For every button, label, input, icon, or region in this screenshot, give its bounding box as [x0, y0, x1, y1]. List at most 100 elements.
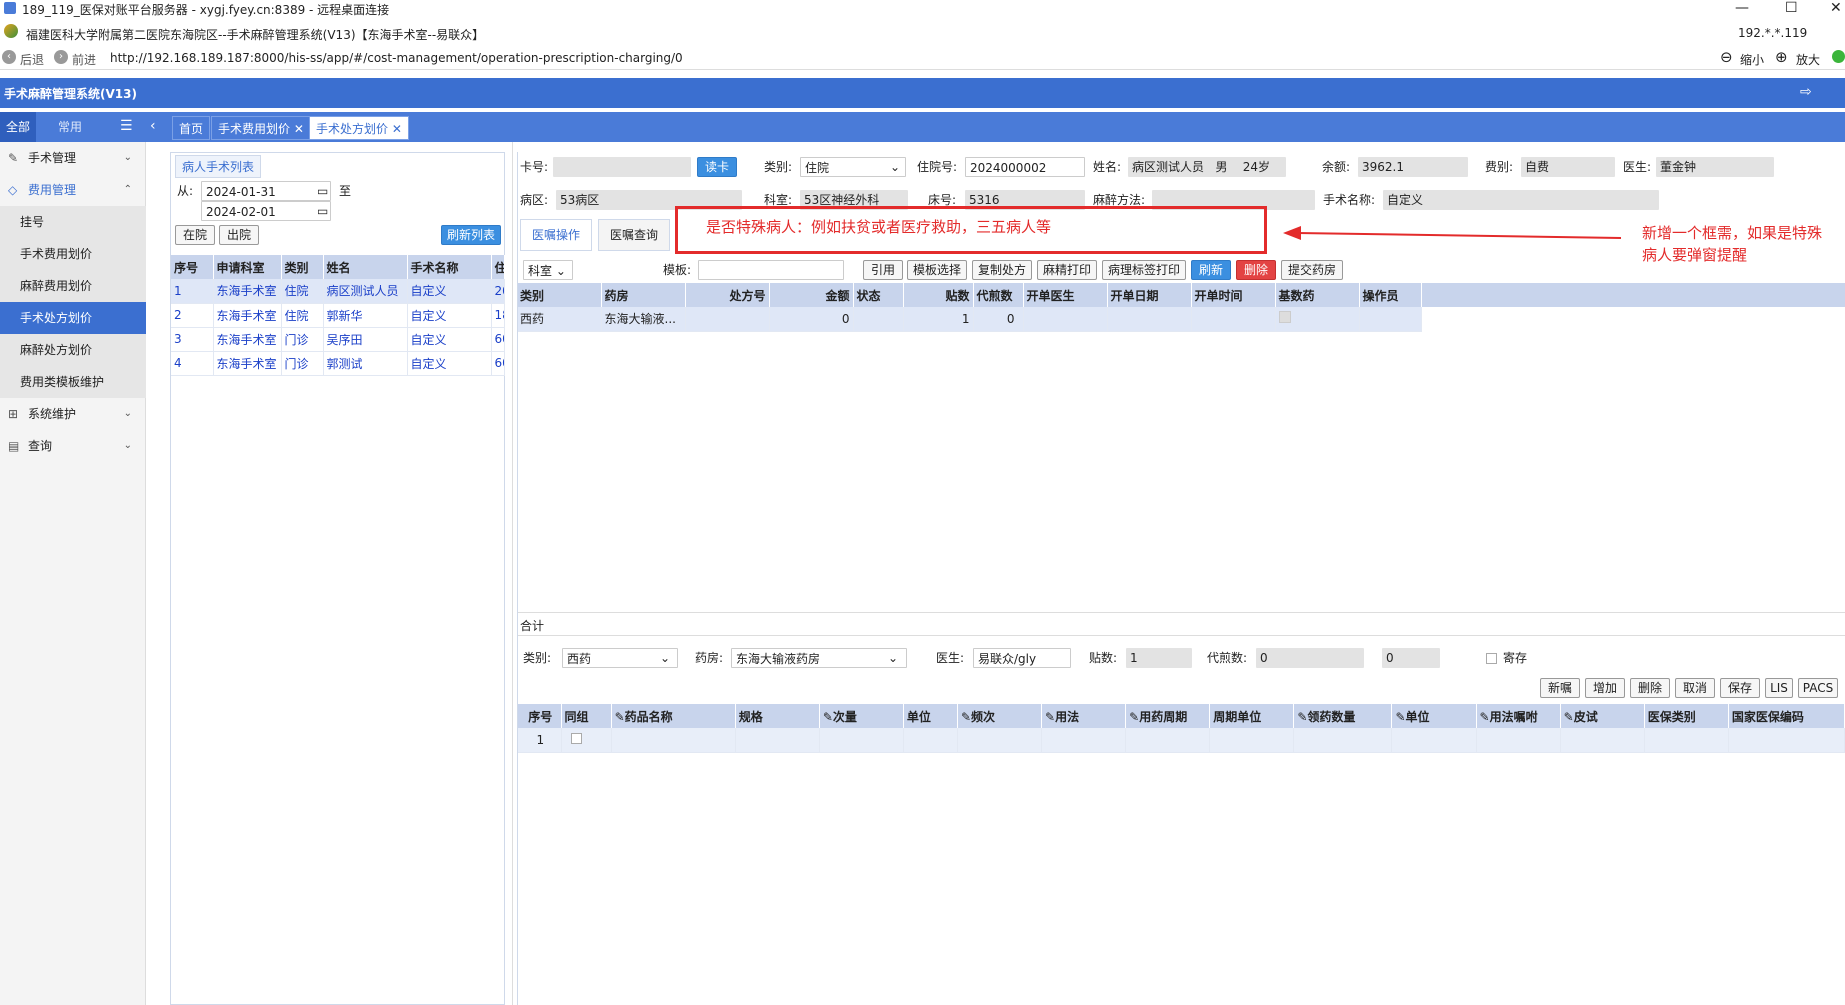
url-field[interactable]: http://192.168.189.187:8000/his-ss/app/#… — [110, 51, 683, 65]
sidebar-item-surgery[interactable]: ✎ 手术管理 ⌄ — [0, 142, 146, 174]
fee-field: 自费 — [1521, 157, 1615, 177]
calendar-icon[interactable]: ▭ — [317, 201, 328, 221]
sidebar-item-system[interactable]: ⊞ 系统维护 ⌄ — [0, 398, 146, 430]
forward-icon[interactable]: › — [54, 50, 68, 64]
remove-button[interactable]: 删除 — [1630, 678, 1670, 698]
template-select-button[interactable]: 模板选择 — [907, 260, 967, 280]
menu-toggle-icon[interactable]: ☰ — [120, 118, 133, 134]
zoom-in-button[interactable]: 放大 — [1796, 51, 1820, 68]
in-hospital-button[interactable]: 在院 — [175, 225, 215, 245]
side-tab-all[interactable]: 全部 — [0, 112, 36, 142]
edit-icon: ✎ — [1395, 709, 1406, 724]
collapse-left-icon[interactable]: ‹ — [150, 118, 156, 134]
read-card-button[interactable]: 读卡 — [697, 157, 737, 177]
chevron-down-icon[interactable]: ⌄ — [890, 157, 900, 177]
template-input[interactable] — [698, 260, 844, 280]
copy-prescription-button[interactable]: 复制处方 — [972, 260, 1032, 280]
sidebar-item-surgery-fee[interactable]: 手术费用划价 — [0, 238, 146, 270]
table-row[interactable]: 2东海手术室住院郭新华自定义18 — [171, 303, 505, 328]
add-button[interactable]: 增加 — [1585, 678, 1625, 698]
decoct-input[interactable]: 0 — [1256, 648, 1364, 668]
discharged-button[interactable]: 出院 — [219, 225, 259, 245]
entry-type-label: 类别: — [523, 651, 552, 665]
zoom-in-icon[interactable]: ⊕ — [1775, 48, 1788, 66]
calendar-icon[interactable]: ▭ — [317, 181, 328, 201]
query-icon: ▤ — [8, 439, 20, 453]
app-title: 福建医科大学附属第二医院东海院区--手术麻醉管理系统(V13)【东海手术室--易… — [26, 28, 485, 42]
patient-list-panel: 病人手术列表 从: 2024-01-31 ▭ 至 2024-02-01 ▭ 在院… — [170, 152, 505, 1005]
pathology-print-button[interactable]: 病理标签打印 — [1102, 260, 1186, 280]
table-row[interactable]: 3东海手术室门诊吴序田自定义60 — [171, 327, 505, 352]
lis-button[interactable]: LIS — [1765, 678, 1793, 698]
doctor-field: 董金钟 — [1656, 157, 1774, 177]
tab-order-operation[interactable]: 医嘱操作 — [520, 219, 592, 251]
tab-surgery-fee[interactable]: 手术费用划价 ✕ — [211, 116, 311, 140]
template-label: 模板: — [663, 263, 692, 277]
col-name: 姓名 — [323, 255, 408, 279]
decoct2-input[interactable]: 0 — [1382, 648, 1440, 668]
deposit-checkbox[interactable] — [1486, 653, 1497, 664]
new-order-button[interactable]: 新嘱 — [1540, 678, 1580, 698]
top-grid: 类别 药房 处方号 金额 状态 贴数 代煎数 开单医生 开单日期 开单时间 基数… — [517, 283, 1422, 332]
save-button[interactable]: 保存 — [1720, 678, 1760, 698]
card-input[interactable] — [553, 157, 691, 177]
table-row[interactable]: 1 — [517, 728, 1845, 753]
refresh-list-button[interactable]: 刷新列表 — [441, 225, 501, 245]
zoom-out-button[interactable]: 缩小 — [1740, 51, 1764, 68]
submit-pharmacy-button[interactable]: 提交药房 — [1281, 260, 1343, 280]
chevron-down-icon[interactable]: ⌄ — [660, 648, 670, 668]
table-header: 序号 同组 ✎药品名称 规格 ✎次量 单位 ✎频次 ✎用法 ✎用药周期 周期单位… — [517, 704, 1845, 728]
pharmacy-select[interactable]: 东海大输液药房 — [731, 648, 907, 668]
entry-doctor-input[interactable]: 易联众/gly — [973, 648, 1071, 668]
sidebar-item-surgery-prescription[interactable]: 手术处方划价 — [0, 302, 146, 334]
settings-icon: ⊞ — [8, 407, 19, 421]
sidebar-item-anes-prescription[interactable]: 麻醉处方划价 — [0, 334, 146, 366]
back-button[interactable]: 后退 — [20, 51, 44, 68]
zoom-out-icon[interactable]: ⊖ — [1720, 48, 1733, 66]
pieces-input[interactable]: 1 — [1126, 648, 1192, 668]
fee-icon: ◇ — [8, 183, 18, 197]
tab-home[interactable]: 首页 — [172, 116, 211, 140]
side-tab-common[interactable]: 常用 — [58, 112, 82, 142]
date-to-input[interactable]: 2024-02-01 — [201, 201, 331, 221]
tab-bar: 全部 常用 ☰ ‹ 首页 手术费用划价 ✕ 手术处方划价 ✕ — [0, 112, 1845, 142]
group-checkbox[interactable] — [570, 732, 582, 744]
sidebar-item-fee[interactable]: ◇ 费用管理 ⌃ — [0, 174, 146, 206]
pieces-label: 贴数: — [1089, 651, 1118, 665]
back-icon[interactable]: ‹ — [2, 50, 16, 64]
base-drug-checkbox[interactable] — [1278, 311, 1291, 324]
surgery-label: 手术名称: — [1323, 193, 1376, 207]
tab-surgery-prescription[interactable]: 手术处方划价 ✕ — [309, 116, 409, 140]
col-type: 类别 — [281, 255, 324, 279]
sidebar: ✎ 手术管理 ⌄ ◇ 费用管理 ⌃ 挂号 手术费用划价 麻醉费用划价 手术处方划价 麻醉… — [0, 142, 146, 1005]
cite-button[interactable]: 引用 — [863, 260, 903, 280]
cancel-button[interactable]: 取消 — [1675, 678, 1715, 698]
delete-button[interactable]: 删除 — [1236, 260, 1276, 280]
close-button[interactable]: ✕ — [1830, 0, 1842, 16]
table-row[interactable]: 西药 东海大输液... 0 1 0 — [517, 307, 1422, 332]
sidebar-item-anes-fee[interactable]: 麻醉费用划价 — [0, 270, 146, 302]
type-label: 类别: — [764, 160, 793, 174]
tab-order-query[interactable]: 医嘱查询 — [598, 219, 670, 251]
chevron-down-icon[interactable]: ⌄ — [888, 648, 898, 668]
maximize-button[interactable]: ☐ — [1785, 0, 1798, 16]
sidebar-item-register[interactable]: 挂号 — [0, 206, 146, 238]
table-row[interactable]: 1东海手术室住院病区测试人员自定义20 — [171, 279, 505, 304]
window-title: 189_119_医保对账平台服务器 - xygj.fyey.cn:8389 - … — [22, 3, 390, 17]
forward-button[interactable]: 前进 — [72, 51, 96, 68]
exit-icon[interactable]: ⇨ — [1800, 84, 1812, 100]
hosp-no-input[interactable]: 2024000002 — [965, 157, 1085, 177]
sidebar-item-fee-template[interactable]: 费用类模板维护 — [0, 366, 146, 398]
refresh-button[interactable]: 刷新 — [1191, 260, 1231, 280]
table-row[interactable]: 4东海手术室门诊郭测试自定义60 — [171, 351, 505, 376]
pacs-button[interactable]: PACS — [1798, 678, 1838, 698]
splitter[interactable] — [512, 142, 513, 1005]
date-from-input[interactable]: 2024-01-31 — [201, 181, 331, 201]
minimize-button[interactable]: — — [1735, 0, 1749, 16]
close-tab-icon[interactable]: ✕ — [392, 122, 402, 136]
dept-select[interactable]: 科室 ⌄ — [523, 260, 573, 280]
close-tab-icon[interactable]: ✕ — [294, 122, 304, 136]
anes-print-button[interactable]: 麻精打印 — [1037, 260, 1097, 280]
sidebar-item-query[interactable]: ▤ 查询 ⌄ — [0, 430, 146, 462]
system-header: 手术麻醉管理系统(V13) ⇨ — [0, 78, 1845, 108]
